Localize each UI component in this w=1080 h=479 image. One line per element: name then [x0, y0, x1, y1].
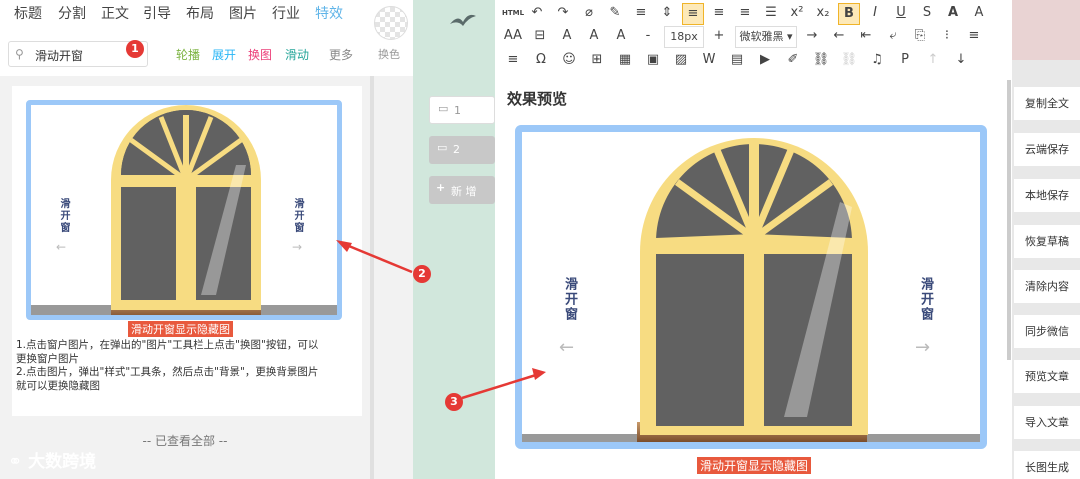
step-badge-2: 2: [413, 265, 431, 283]
step-badge-3: 3: [445, 393, 463, 411]
annotation-layer: [336, 240, 546, 400]
annotation-arrow-2: [343, 242, 413, 274]
annotation-arrow-3: [461, 373, 537, 400]
arrow-head-icon: [532, 368, 546, 380]
arrow-head-icon: [336, 240, 352, 252]
